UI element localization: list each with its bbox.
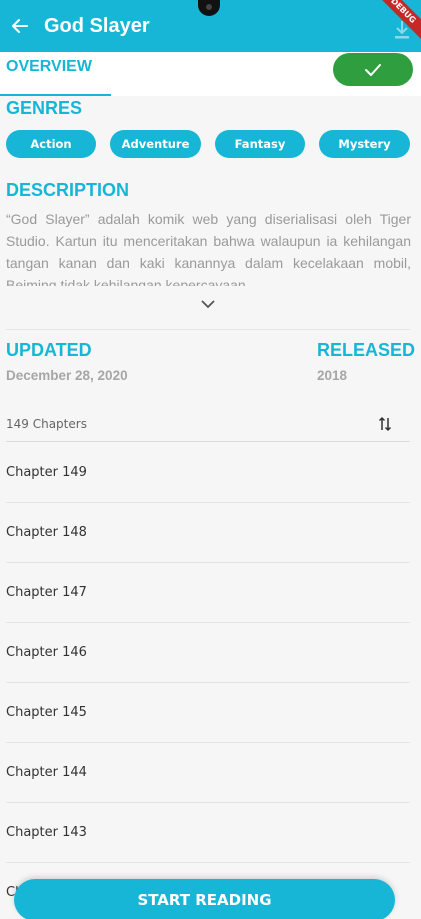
genre-chip[interactable]: Fantasy	[215, 130, 305, 158]
sort-arrows-icon	[378, 416, 392, 431]
divider	[6, 329, 410, 330]
description-text: “God Slayer” adalah komik web yang diser…	[6, 211, 411, 286]
overview-content: GENRES Action Adventure Fantasy Mystery …	[0, 96, 421, 919]
start-reading-button[interactable]: START READING	[14, 879, 395, 919]
expand-description-button[interactable]	[198, 296, 218, 312]
app-bar: God Slayer DEBUG	[0, 0, 421, 52]
arrow-left-icon	[12, 19, 28, 33]
chapter-row[interactable]: Chapter 145	[6, 683, 410, 743]
updated-value: December 28, 2020	[6, 368, 128, 383]
chapters-header: 149 Chapters	[6, 406, 410, 442]
released-value: 2018	[317, 368, 348, 383]
updated-label: UPDATED	[6, 340, 92, 360]
genre-list: Action Adventure Fantasy Mystery	[6, 130, 410, 158]
mark-complete-button[interactable]	[333, 53, 413, 86]
genre-chip[interactable]: Mystery	[319, 130, 410, 158]
genres-title: GENRES	[6, 98, 83, 118]
chapter-row[interactable]: Chapter 149	[6, 443, 410, 503]
back-button[interactable]	[0, 0, 40, 52]
chevron-down-icon	[201, 299, 215, 308]
description-title: DESCRIPTION	[6, 180, 130, 200]
tab-overview[interactable]: OVERVIEW	[0, 52, 111, 96]
chapter-row[interactable]: Chapter 144	[6, 743, 410, 803]
genre-chip[interactable]: Action	[6, 130, 96, 158]
genre-chip[interactable]: Adventure	[110, 130, 201, 158]
chapter-row[interactable]: Chapter 146	[6, 623, 410, 683]
check-icon	[365, 63, 381, 76]
page-title: God Slayer	[44, 14, 150, 37]
chapter-list: Chapter 149 Chapter 148 Chapter 147 Chap…	[6, 443, 410, 919]
chapter-row[interactable]: Chapter 143	[6, 803, 410, 863]
chapter-row[interactable]: Chapter 148	[6, 503, 410, 563]
sort-button[interactable]	[374, 413, 396, 435]
released-label: RELEASED	[317, 340, 416, 360]
chapter-row[interactable]: Chapter 147	[6, 563, 410, 623]
tab-bar: OVERVIEW	[0, 52, 421, 96]
chapter-count: 149 Chapters	[6, 416, 87, 431]
camera-cutout	[198, 0, 220, 16]
